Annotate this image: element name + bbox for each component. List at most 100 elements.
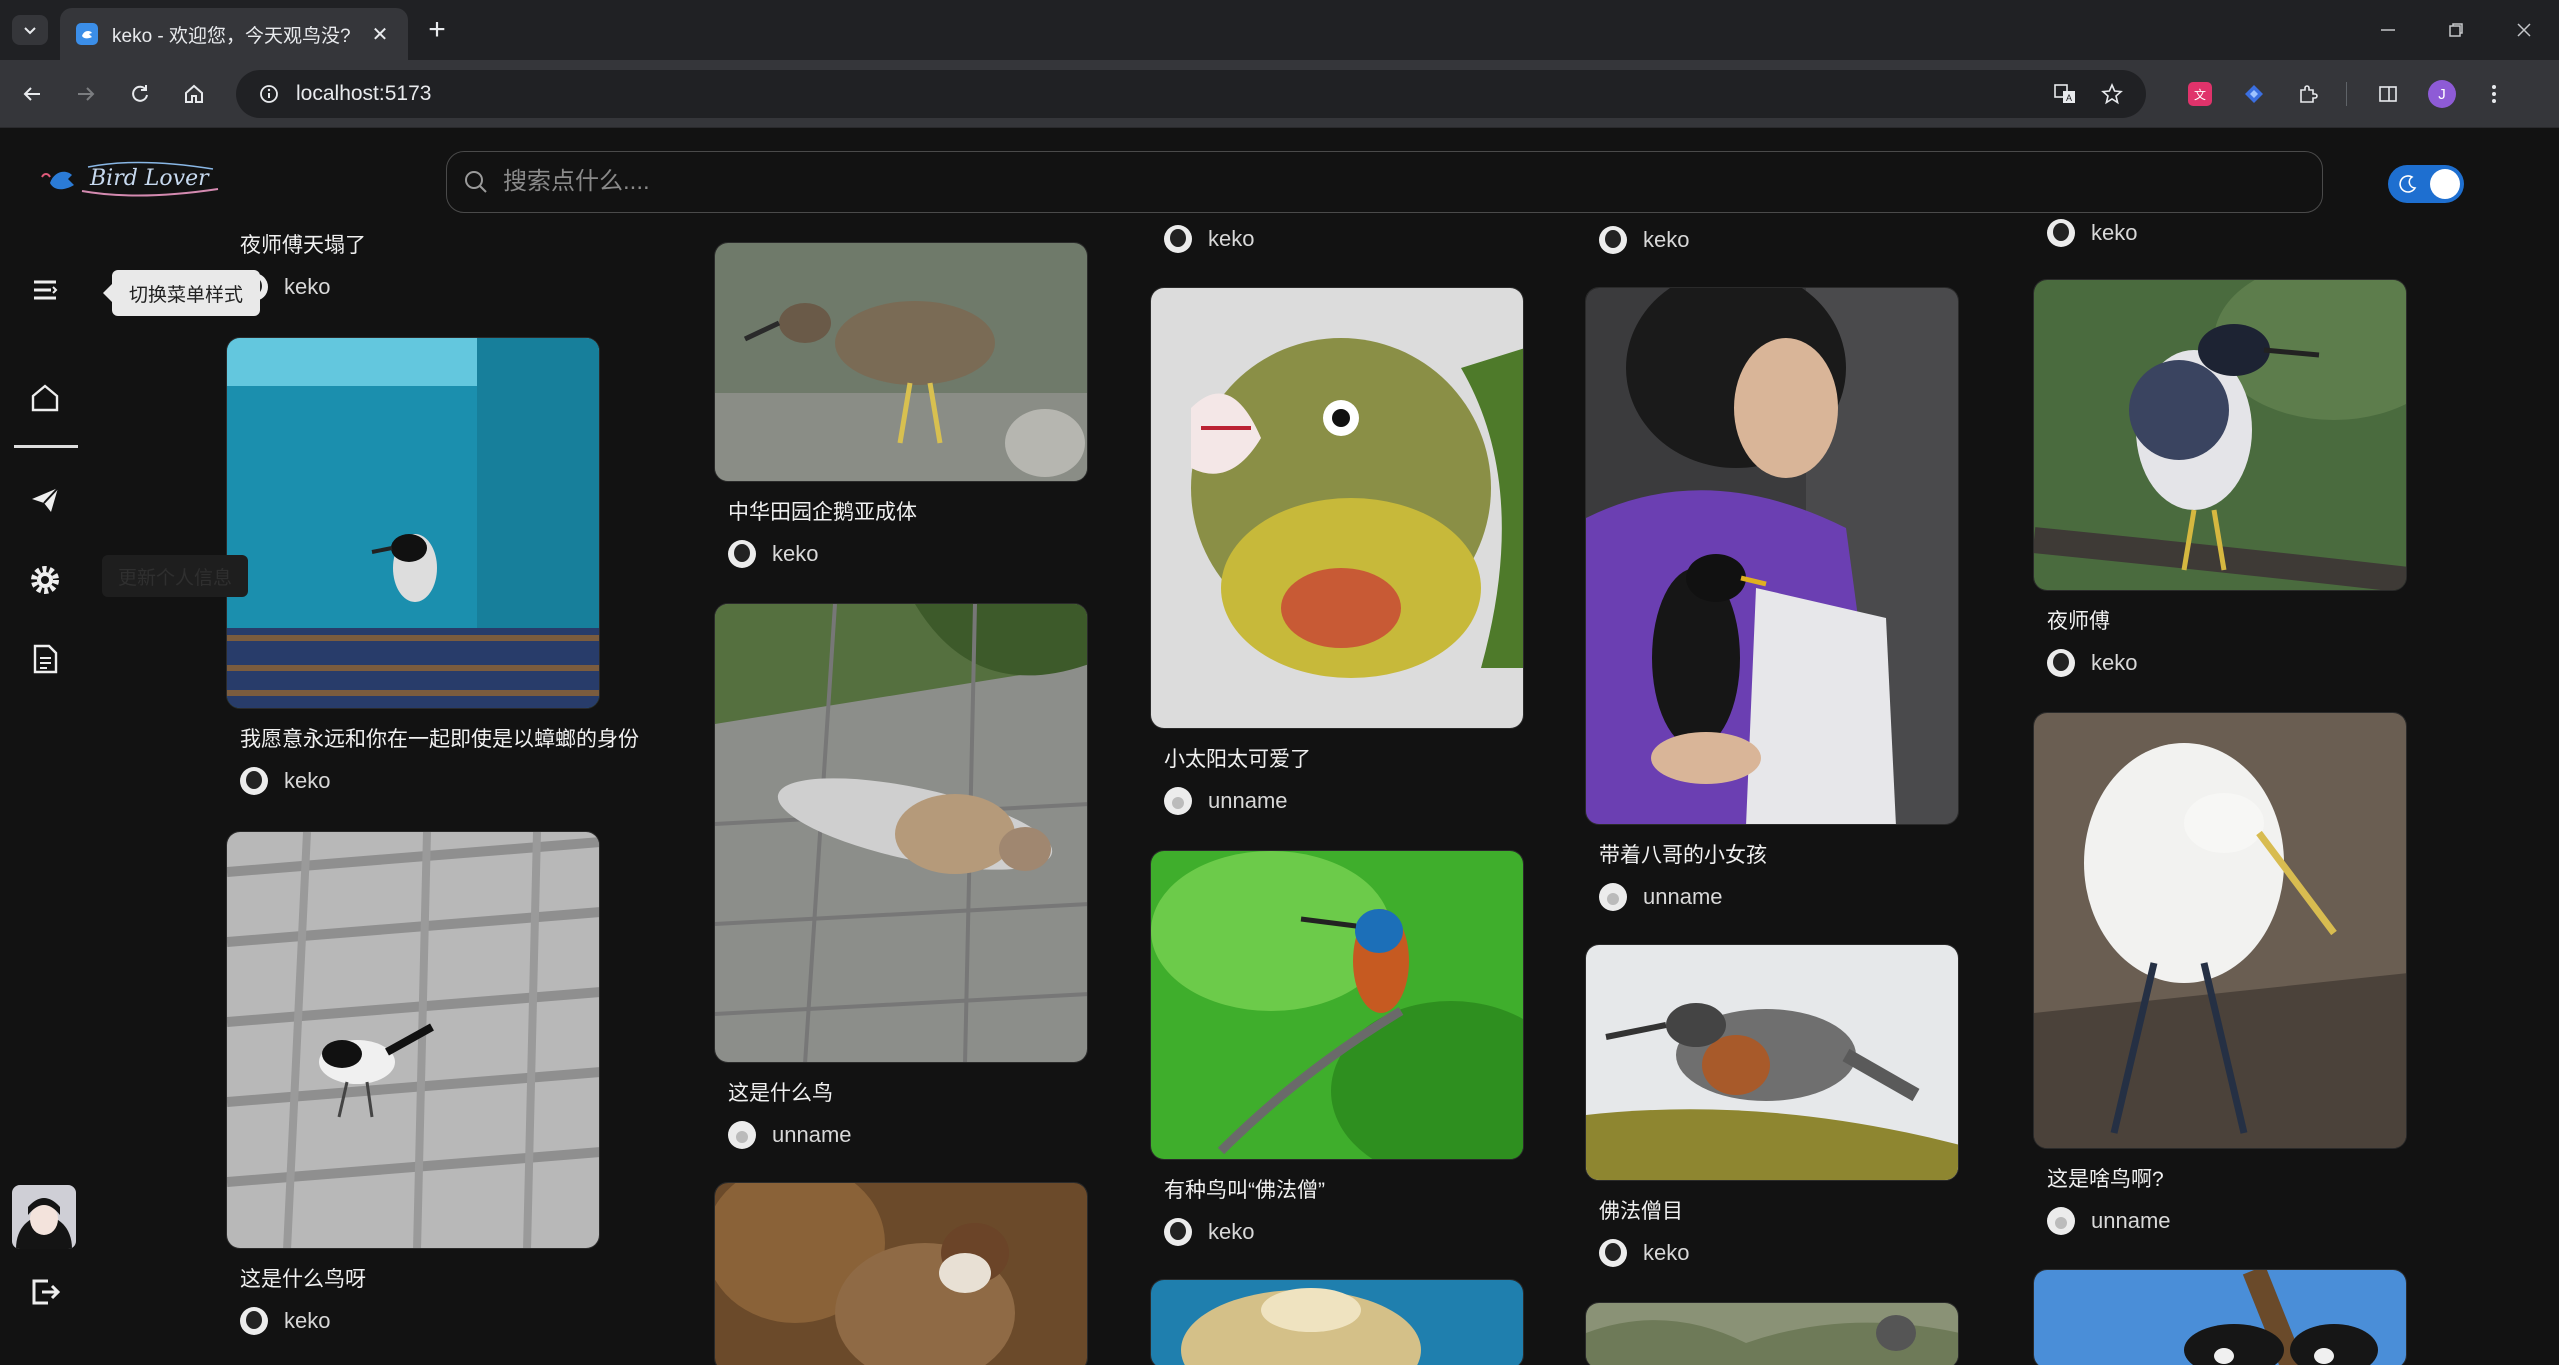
sidebar-item-document[interactable] [20,634,70,684]
logout-button[interactable] [22,1269,68,1315]
post-author[interactable]: keko [1599,226,1689,254]
post-image[interactable] [2033,1269,2407,1365]
translate-icon[interactable]: A [2052,81,2078,107]
forward-icon[interactable] [66,74,106,114]
post-author[interactable]: keko [2047,219,2137,247]
search-bar[interactable] [446,151,2323,213]
post-card[interactable]: 这是什么鸟 unname [714,603,1088,1149]
post-image[interactable] [1150,1279,1524,1365]
address-bar[interactable]: localhost:5173 A [236,70,2146,118]
post-title: 小太阳太可爱了 [1164,748,1311,771]
post-card[interactable] [1585,1302,1959,1365]
post-author[interactable]: keko [714,540,1088,568]
post-card[interactable]: 有种鸟叫“佛法僧” keko [1150,850,1524,1246]
author-name: keko [1643,1240,1690,1265]
post-card[interactable] [714,1182,1088,1365]
post-card[interactable]: 这是啥鸟啊? unname [2033,712,2407,1235]
browser-toolbar: localhost:5173 A 文 J [0,60,2559,128]
avatar [1164,225,1192,253]
post-author[interactable]: keko [226,767,600,795]
post-image[interactable] [1150,287,1524,729]
tab-search-dropdown-button[interactable] [12,15,48,45]
sidebar-item-settings[interactable] [20,555,70,605]
post-author[interactable]: unname [1150,787,1524,815]
theme-toggle[interactable] [2388,165,2464,203]
post-card[interactable]: 小太阳太可爱了 unname [1150,287,1524,815]
new-tab-button[interactable]: + [420,13,454,46]
author-name: keko [2091,220,2138,245]
side-panel-icon[interactable] [2368,74,2408,114]
post-card[interactable]: 我愿意永远和你在一起即使是以蟑螂的身份 keko [226,337,639,795]
post-card[interactable]: 这是什么鸟呀 keko [226,831,600,1335]
post-author[interactable]: unname [1585,883,1959,911]
post-card[interactable]: 中华田园企鹅亚成体 keko [714,242,1088,568]
post-image[interactable] [226,337,600,709]
sidebar-item-publish[interactable] [20,475,70,525]
reload-icon[interactable] [120,74,160,114]
gear-icon [31,566,59,594]
post-image[interactable] [1150,850,1524,1160]
author-name: unname [1208,788,1288,813]
avatar [2047,649,2075,677]
bird-favicon-icon [76,23,98,45]
post-author[interactable]: keko [1150,1218,1524,1246]
post-author[interactable]: keko [226,1307,600,1335]
profile-avatar-icon[interactable]: J [2422,74,2462,114]
search-input[interactable] [503,168,2203,196]
avatar [1599,226,1627,254]
author-name: unname [2091,1208,2171,1233]
post-author[interactable]: unname [2033,1207,2407,1235]
post-image[interactable] [226,831,600,1249]
extension-blue-icon[interactable] [2234,74,2274,114]
home-browser-icon[interactable] [174,74,214,114]
post-image[interactable] [714,603,1088,1063]
document-icon [33,644,58,674]
user-avatar[interactable] [12,1185,76,1249]
author-name: keko [284,1308,331,1333]
post-card[interactable]: 佛法僧目 keko [1585,944,1959,1267]
post-author[interactable]: keko [226,273,600,301]
post-image[interactable] [1585,1302,1959,1365]
logout-icon [32,1279,61,1305]
post-card[interactable]: 夜师傅 keko [2033,279,2407,677]
extension-translate-icon[interactable]: 文 [2180,74,2220,114]
post-author[interactable]: keko [1585,1239,1959,1267]
browser-menu-icon[interactable] [2474,74,2514,114]
avatar [2047,219,2075,247]
browser-tabstrip: keko - 欢迎您，今天观鸟没? ✕ + [0,0,2559,60]
menu-toggle-button[interactable] [20,265,70,315]
post-card[interactable] [1150,1279,1524,1365]
tab-close-icon[interactable]: ✕ [368,22,392,46]
moon-icon [2399,175,2417,193]
post-image[interactable] [1585,944,1959,1181]
site-info-icon[interactable] [258,83,280,105]
extensions-puzzle-icon[interactable] [2288,74,2328,114]
avatar [1164,1218,1192,1246]
author-name: unname [772,1122,852,1147]
post-card[interactable] [2033,1269,2407,1365]
minimize-icon[interactable] [2368,12,2408,48]
post-author[interactable]: unname [714,1121,1088,1149]
sidebar-item-home[interactable] [20,373,70,423]
back-icon[interactable] [12,74,52,114]
post-author[interactable]: keko [2033,649,2407,677]
post-image[interactable] [714,242,1088,482]
post-image[interactable] [2033,712,2407,1149]
post-image[interactable] [2033,279,2407,591]
window-close-icon[interactable] [2504,12,2544,48]
avatar [728,540,756,568]
author-name: keko [1208,1219,1255,1244]
author-name: keko [2091,650,2138,675]
restore-icon[interactable] [2436,12,2476,48]
post-card[interactable]: 夜师傅天塌了 keko [226,229,600,301]
post-image[interactable] [1585,287,1959,825]
svg-text:Bird Lover: Bird Lover [89,166,210,191]
bookmark-star-icon[interactable] [2100,82,2124,106]
post-card[interactable]: 带着八哥的小女孩 unname [1585,287,1959,911]
author-name: keko [284,274,331,299]
browser-tab-active[interactable]: keko - 欢迎您，今天观鸟没? ✕ [60,8,408,60]
author-name: keko [772,541,819,566]
svg-text:A: A [2066,93,2072,103]
post-author[interactable]: keko [1164,225,1254,253]
post-image[interactable] [714,1182,1088,1365]
